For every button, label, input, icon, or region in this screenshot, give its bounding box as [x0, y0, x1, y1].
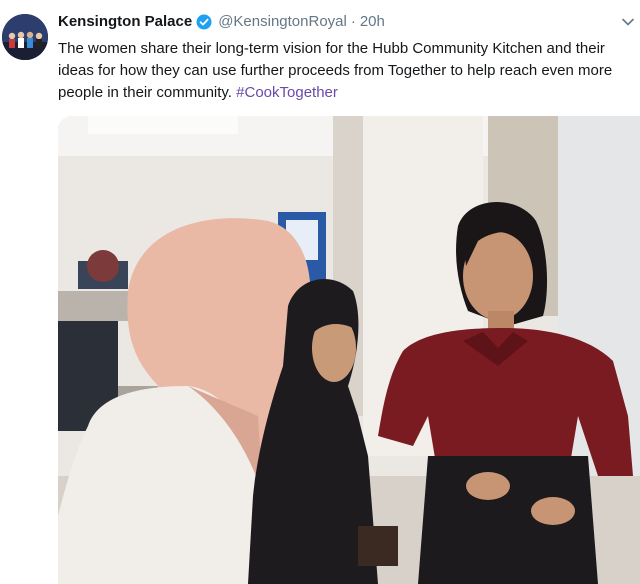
- chevron-down-icon[interactable]: [620, 14, 636, 30]
- hashtag-link[interactable]: #CookTogether: [236, 84, 338, 101]
- tweet-photo[interactable]: [58, 116, 640, 584]
- tweet[interactable]: Kensington Palace @KensingtonRoyal · 20h…: [0, 0, 640, 584]
- meta-separator: ·: [350, 13, 356, 30]
- author-name[interactable]: Kensington Palace: [58, 12, 192, 32]
- author-handle[interactable]: @KensingtonRoyal: [218, 12, 347, 32]
- avatar[interactable]: [2, 14, 48, 60]
- tweet-header: Kensington Palace @KensingtonRoyal · 20h: [58, 12, 385, 32]
- tweet-text: The women share their long-term vision f…: [58, 38, 628, 104]
- verified-badge-icon: [196, 14, 212, 30]
- timestamp[interactable]: 20h: [360, 12, 385, 32]
